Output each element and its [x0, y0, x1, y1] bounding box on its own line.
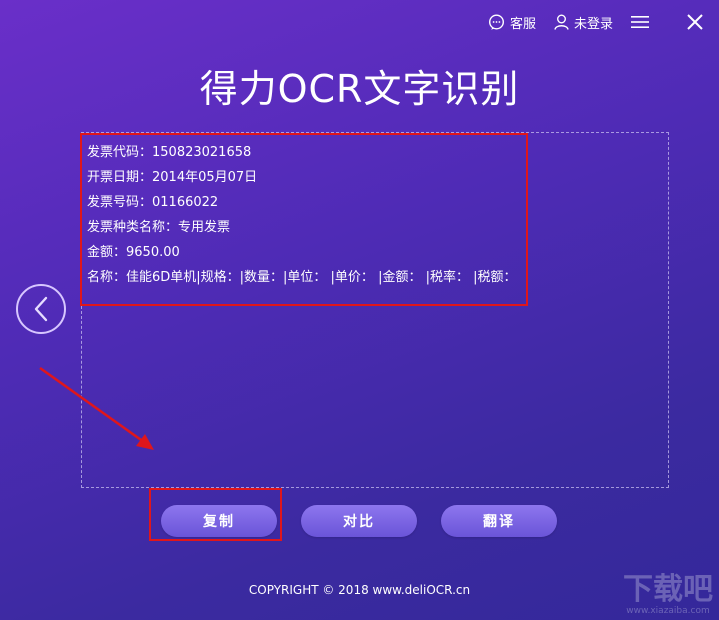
- login-label: 未登录: [573, 16, 613, 32]
- user-icon: [554, 14, 569, 30]
- close-icon: [687, 14, 703, 30]
- menu-icon: [631, 16, 649, 28]
- ocr-result-text: 发票代码：150823021658 开票日期：2014年05月07日 发票号码：…: [87, 140, 516, 290]
- copy-highlight-box: [149, 488, 282, 541]
- watermark-text: 下载吧: [623, 572, 713, 607]
- result-line: 开票日期：2014年05月07日: [87, 170, 258, 185]
- red-arrow: [39, 366, 154, 450]
- page-title: 得力OCR文字识别: [199, 67, 520, 111]
- result-line: 发票种类名称：专用发票: [87, 220, 231, 235]
- customer-service-button[interactable]: 客服: [488, 13, 536, 32]
- compare-button[interactable]: 对比: [301, 505, 417, 537]
- chat-icon: [488, 13, 504, 30]
- copyright-text: COPYRIGHT © 2018 www.deliOCR.cn: [248, 583, 471, 597]
- login-button[interactable]: 未登录: [554, 13, 613, 32]
- close-button[interactable]: [687, 14, 703, 30]
- watermark-url: www.xiazaiba.com: [626, 606, 710, 616]
- previous-button[interactable]: [16, 284, 66, 334]
- customer-service-label: 客服: [509, 16, 536, 32]
- watermark-logo: 下载吧 www.xiazaiba.com: [623, 572, 713, 617]
- top-bar: 客服 未登录: [488, 10, 703, 34]
- result-line: 发票号码：01166022: [87, 195, 219, 210]
- result-line: 金额：9650.00: [87, 245, 180, 260]
- result-line: 名称：佳能6D单机|规格：|数量：|单位： |单价： |金额： |税率： |税额…: [87, 270, 517, 285]
- result-line: 发票代码：150823021658: [87, 145, 252, 160]
- menu-button[interactable]: [631, 15, 649, 29]
- translate-button[interactable]: 翻译: [441, 505, 557, 537]
- chevron-left-icon: [34, 296, 48, 322]
